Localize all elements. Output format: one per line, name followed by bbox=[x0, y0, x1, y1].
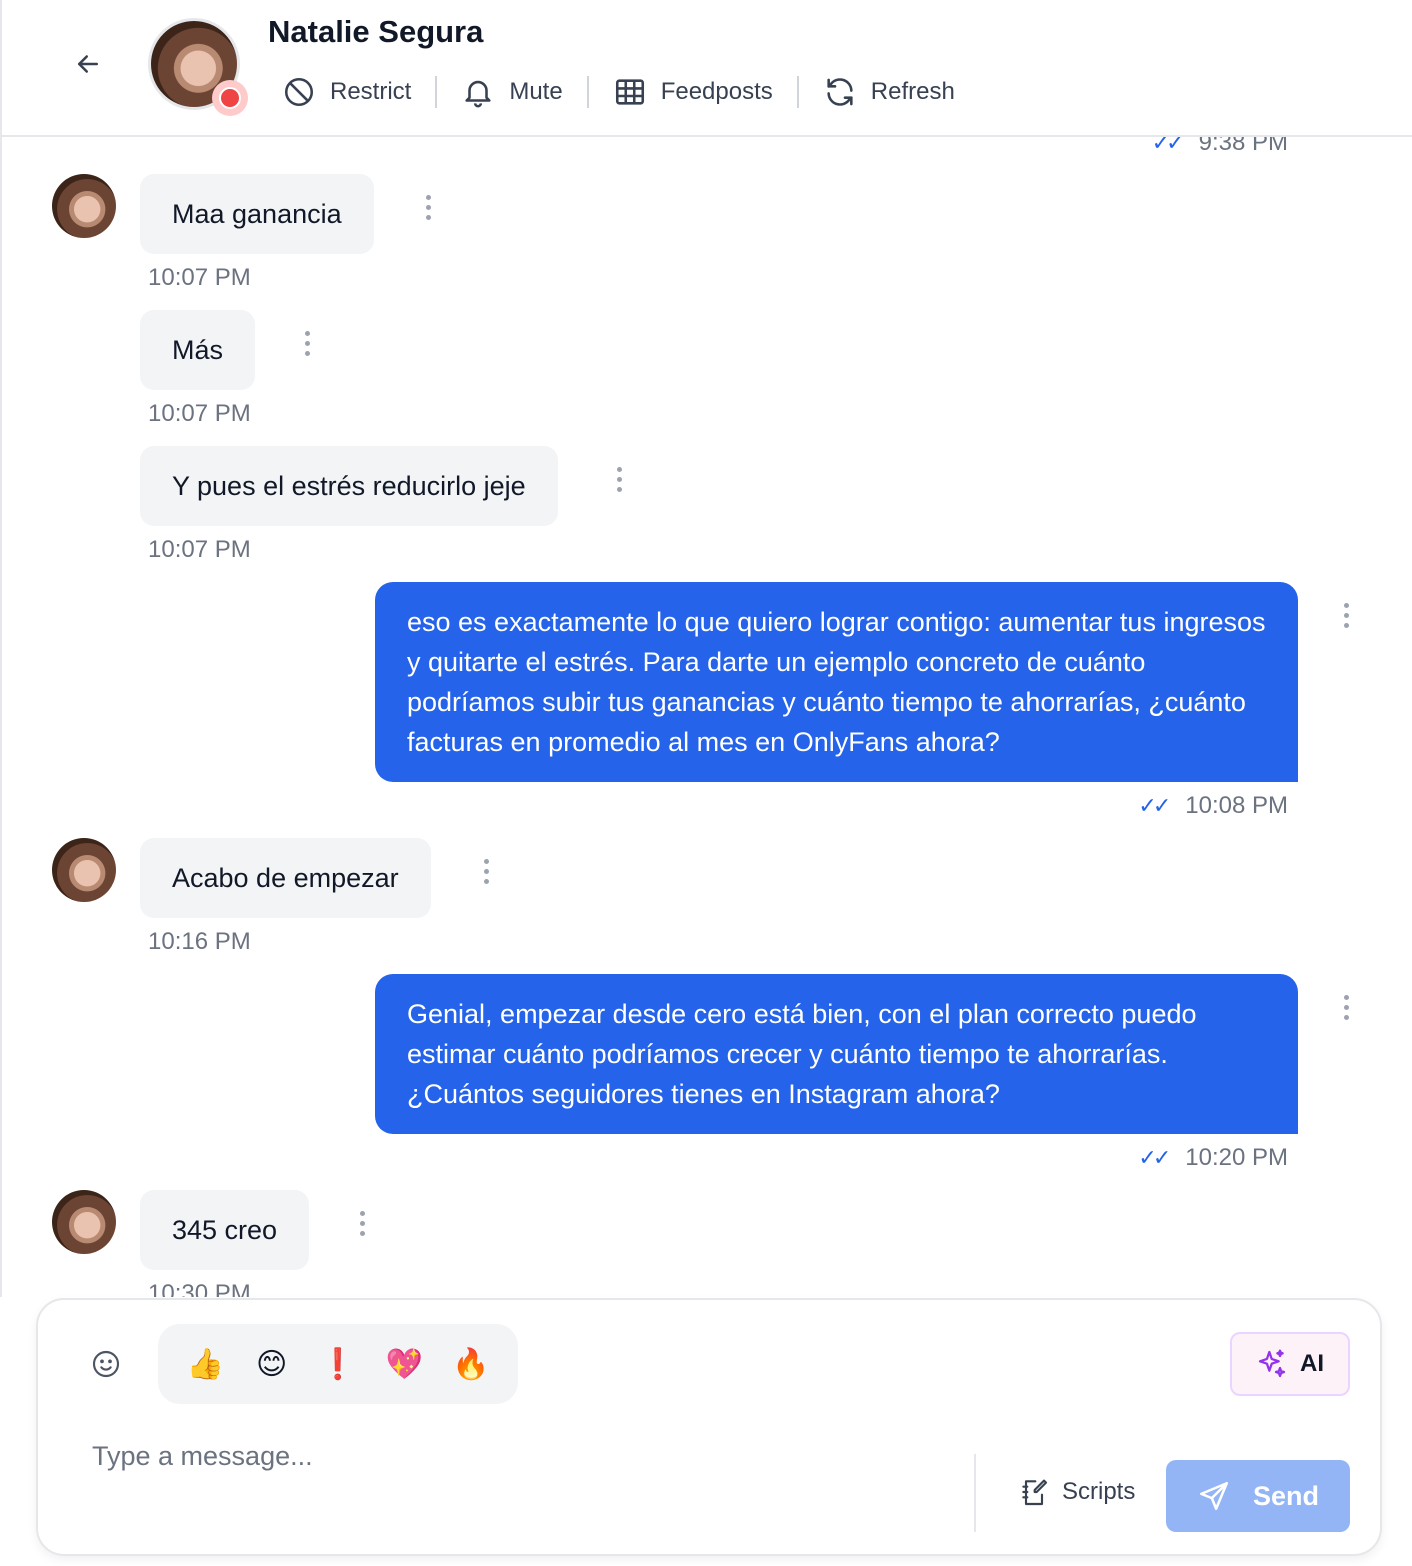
message-timestamp: 10:07 PM bbox=[148, 400, 251, 427]
scripts-label: Scripts bbox=[1062, 1478, 1136, 1505]
read-check-icon: ✓✓ bbox=[1138, 1145, 1171, 1170]
bell-icon bbox=[465, 80, 491, 108]
mute-button[interactable]: Mute bbox=[437, 72, 586, 112]
message-timestamp: ✓✓ 10:08 PM bbox=[1138, 792, 1288, 819]
message-options-icon[interactable] bbox=[295, 323, 319, 363]
emoji-picker-button[interactable] bbox=[86, 1344, 126, 1384]
send-label: Send bbox=[1252, 1480, 1319, 1511]
message-list[interactable]: ✓✓ 9:38 PM Maa ganancia 10:07 PM Más 10:… bbox=[0, 137, 1412, 1297]
arrow-left-icon bbox=[78, 55, 98, 73]
message-timestamp: ✓✓ 10:20 PM bbox=[1138, 1144, 1288, 1171]
message-timestamp: 10:30 PM bbox=[148, 1280, 251, 1297]
notebook-edit-icon bbox=[1022, 1479, 1048, 1506]
message-input[interactable] bbox=[92, 1434, 962, 1478]
message-options-icon[interactable] bbox=[474, 851, 498, 891]
header-actions: Restrict Mute Feedposts Refresh bbox=[282, 72, 979, 112]
thumbs-up-reaction[interactable]: 👍 bbox=[183, 1347, 227, 1382]
fire-reaction[interactable]: 🔥 bbox=[449, 1347, 493, 1382]
send-icon bbox=[1199, 1481, 1229, 1511]
message-options-icon[interactable] bbox=[1334, 987, 1358, 1027]
back-button[interactable] bbox=[68, 44, 108, 84]
read-check-icon: ✓✓ bbox=[1151, 137, 1185, 155]
sparkling-heart-reaction[interactable]: 💖 bbox=[382, 1347, 426, 1382]
scripts-button[interactable]: Scripts bbox=[1018, 1476, 1135, 1508]
message-timestamp: 10:16 PM bbox=[148, 928, 251, 955]
refresh-label: Refresh bbox=[870, 78, 955, 105]
restrict-button[interactable]: Restrict bbox=[282, 72, 435, 112]
status-indicator bbox=[212, 80, 248, 116]
message-timestamp: 10:07 PM bbox=[148, 536, 251, 563]
incoming-message: Más bbox=[140, 310, 256, 390]
message-options-icon[interactable] bbox=[607, 459, 631, 499]
message-composer: 👍 😊 ❗ 💖 🔥 AI Scripts Send bbox=[36, 1298, 1382, 1556]
sender-avatar[interactable] bbox=[52, 1190, 116, 1254]
refresh-button[interactable]: Refresh bbox=[799, 72, 979, 112]
contact-name: Natalie Segura bbox=[268, 14, 484, 49]
message-options-icon[interactable] bbox=[1334, 595, 1358, 635]
exclamation-reaction[interactable]: ❗ bbox=[316, 1347, 360, 1382]
message-timestamp: 10:07 PM bbox=[148, 264, 251, 291]
feedposts-button[interactable]: Feedposts bbox=[589, 72, 797, 112]
quick-reactions-bar: 👍 😊 ❗ 💖 🔥 bbox=[158, 1324, 518, 1404]
restrict-label: Restrict bbox=[330, 78, 412, 105]
ai-button[interactable]: AI bbox=[1230, 1332, 1350, 1396]
sender-avatar[interactable] bbox=[52, 838, 116, 902]
smiley-icon bbox=[92, 1350, 120, 1378]
incoming-message: Maa ganancia bbox=[140, 174, 374, 254]
chat-header: Natalie Segura Restrict Mute Feedposts R… bbox=[0, 0, 1412, 137]
incoming-message: Acabo de empezar bbox=[140, 838, 431, 918]
divider bbox=[974, 1454, 976, 1532]
send-button[interactable]: Send bbox=[1166, 1460, 1350, 1532]
incoming-message: Y pues el estrés reducirlo jeje bbox=[140, 446, 558, 526]
read-check-icon: ✓✓ bbox=[1138, 793, 1171, 818]
message-options-icon[interactable] bbox=[350, 1203, 374, 1243]
grid-table-icon bbox=[615, 79, 644, 105]
ban-icon bbox=[284, 77, 314, 107]
outgoing-message: Genial, empezar desde cero está bien, co… bbox=[375, 974, 1298, 1134]
sender-avatar[interactable] bbox=[52, 174, 116, 238]
feedposts-label: Feedposts bbox=[660, 78, 773, 105]
smile-reaction[interactable]: 😊 bbox=[250, 1347, 294, 1382]
message-options-icon[interactable] bbox=[416, 187, 440, 227]
mute-label: Mute bbox=[509, 78, 563, 105]
outgoing-message: eso es exactamente lo que quiero lograr … bbox=[375, 582, 1298, 782]
sparkles-icon bbox=[1258, 1349, 1286, 1378]
incoming-message: 345 creo bbox=[140, 1190, 310, 1270]
refresh-icon bbox=[827, 78, 853, 106]
contact-avatar-wrapper[interactable] bbox=[148, 18, 248, 116]
ai-label: AI bbox=[1300, 1350, 1324, 1377]
message-timestamp: ✓✓ 9:38 PM bbox=[1152, 137, 1288, 157]
